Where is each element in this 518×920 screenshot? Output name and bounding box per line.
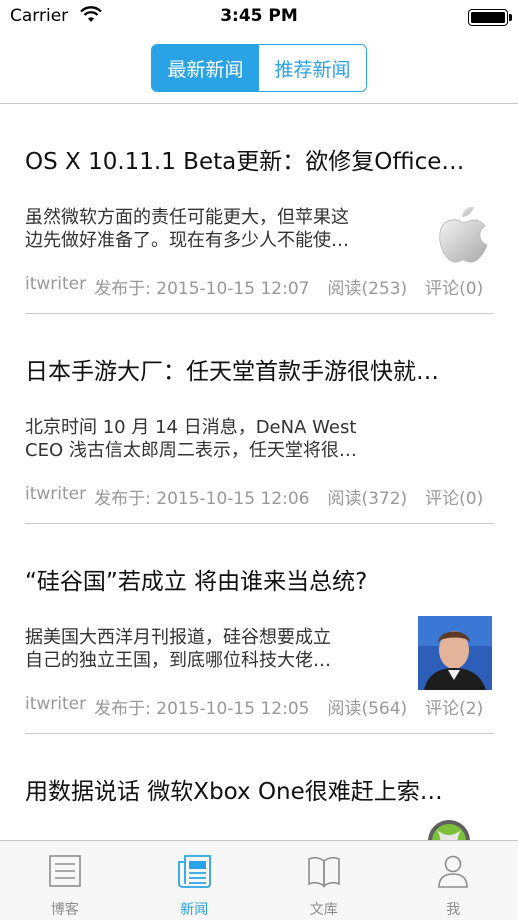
news-author: itwriter — [25, 484, 87, 504]
battery-icon — [468, 9, 508, 26]
news-title: “硅谷国”若成立 将由谁来当总统? — [25, 569, 368, 595]
news-published: 发布于: 2015-10-15 12:07 — [94, 279, 310, 299]
summary-line: 边先做好准备了。现在有多少人不能使… — [25, 230, 349, 251]
tab-blog[interactable]: 博客 — [0, 841, 130, 920]
summary-line: 虽然微软方面的责任可能更大，但苹果这 — [25, 207, 349, 228]
profile-icon — [438, 855, 469, 888]
news-title: OS X 10.11.1 Beta更新：欲修复Office… — [25, 149, 465, 175]
news-title: 日本手游大厂：任天堂首款手游很快就… — [25, 359, 439, 385]
news-reads: 阅读(564) — [327, 699, 408, 719]
news-item[interactable]: 日本手游大厂：任天堂首款手游很快就… 北京时间 10 月 14 日消息，DeNA… — [0, 314, 518, 524]
segment-recommended-news[interactable]: 推荐新闻 — [259, 45, 366, 91]
summary-line: 据美国大西洋月刊报道，硅谷想要成立 — [25, 627, 331, 648]
news-comments: 评论(2) — [425, 699, 484, 719]
clock: 3:45 PM — [220, 6, 298, 26]
news-comments: 评论(0) — [425, 279, 484, 299]
news-published: 发布于: 2015-10-15 12:05 — [94, 699, 310, 719]
news-summary: 据美国大西洋月刊报道，硅谷想要成立 自己的独立王国，到底哪位科技大佬… — [25, 626, 415, 672]
summary-line: 自己的独立王国，到底哪位科技大佬… — [25, 650, 331, 671]
news-reads: 阅读(253) — [327, 279, 408, 299]
news-title: 用数据说话 微软Xbox One很难赶上索… — [25, 779, 443, 805]
tab-label: 新闻 — [180, 902, 209, 918]
news-icon — [178, 855, 212, 888]
tab-label: 文库 — [309, 902, 338, 918]
status-bar: Carrier 3:45 PM — [0, 0, 518, 34]
apple-logo-icon — [434, 199, 492, 269]
news-reads: 阅读(372) — [327, 489, 408, 509]
news-meta: itwriter 发布于: 2015-10-15 12:05 阅读(564) 评… — [25, 694, 494, 719]
battery-tip — [509, 14, 512, 21]
news-author: itwriter — [25, 694, 87, 714]
news-item[interactable]: “硅谷国”若成立 将由谁来当总统? 据美国大西洋月刊报道，硅谷想要成立 自己的独… — [0, 524, 518, 734]
blog-icon — [48, 855, 81, 887]
news-segmented-control: 最新新闻 推荐新闻 — [151, 44, 367, 92]
news-list[interactable]: OS X 10.11.1 Beta更新：欲修复Office… 虽然微软方面的责任… — [0, 104, 518, 840]
library-icon — [307, 856, 340, 888]
news-author: itwriter — [25, 274, 87, 294]
tab-label: 我 — [446, 902, 461, 918]
nav-bar: 最新新闻 推荐新闻 — [0, 34, 518, 104]
news-summary: 虽然微软方面的责任可能更大，但苹果这 边先做好准备了。现在有多少人不能使… — [25, 206, 415, 252]
news-item[interactable]: OS X 10.11.1 Beta更新：欲修复Office… 虽然微软方面的责任… — [0, 104, 518, 314]
tab-bar: 博客 新闻 文库 我 — [0, 840, 518, 920]
tab-library[interactable]: 文库 — [259, 841, 389, 920]
news-meta: itwriter 发布于: 2015-10-15 12:06 阅读(372) 评… — [25, 484, 494, 509]
segment-latest-news[interactable]: 最新新闻 — [152, 45, 259, 91]
xbox-logo-icon — [428, 820, 470, 840]
person-photo-thumbnail — [418, 616, 492, 690]
tab-news[interactable]: 新闻 — [130, 841, 260, 920]
news-summary: 北京时间 10 月 14 日消息，DeNA West CEO 浅古信太郎周二表示… — [25, 416, 445, 462]
tab-profile[interactable]: 我 — [389, 841, 518, 920]
tab-label: 博客 — [50, 902, 79, 918]
news-item[interactable]: 用数据说话 微软Xbox One很难赶上索… — [0, 734, 518, 840]
summary-line: 北京时间 10 月 14 日消息，DeNA West — [25, 417, 357, 438]
news-comments: 评论(0) — [425, 489, 484, 509]
summary-line: CEO 浅古信太郎周二表示，任天堂将很… — [25, 440, 357, 461]
news-published: 发布于: 2015-10-15 12:06 — [94, 489, 310, 509]
news-meta: itwriter 发布于: 2015-10-15 12:07 阅读(253) 评… — [25, 274, 494, 299]
